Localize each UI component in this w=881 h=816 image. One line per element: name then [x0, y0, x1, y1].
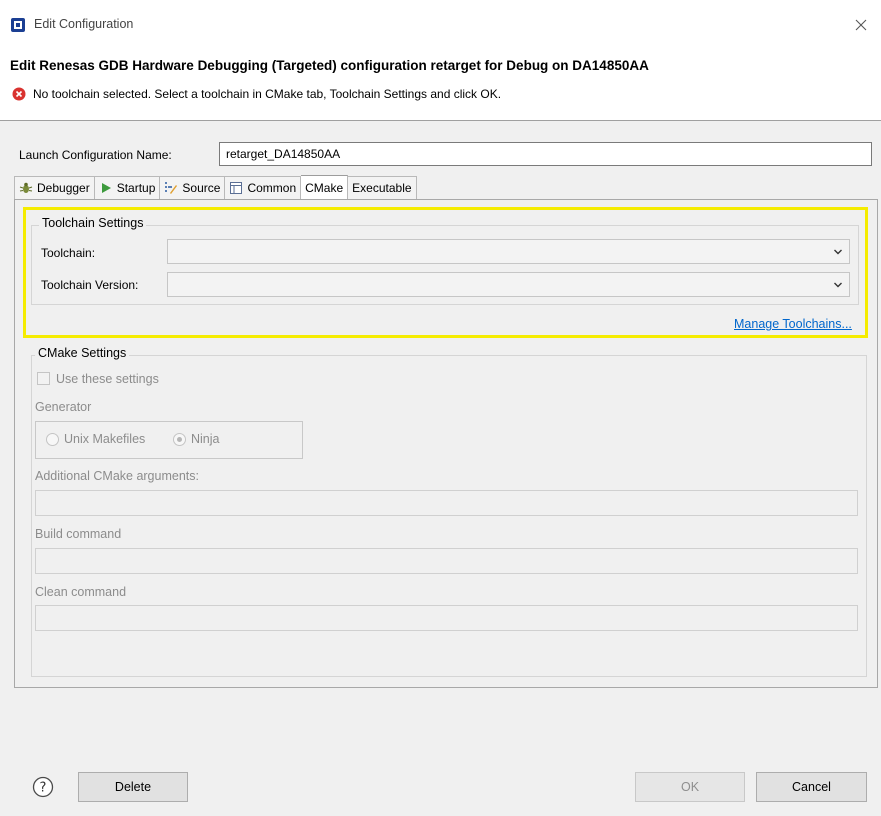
tab-bar: Debugger Startup Source Common CMake Exe… — [14, 175, 417, 200]
clean-command-label: Clean command — [35, 585, 127, 599]
tab-label: Common — [247, 181, 297, 195]
dialog-heading: Edit Renesas GDB Hardware Debugging (Tar… — [10, 58, 649, 73]
radio-unix-makefiles[interactable] — [46, 433, 59, 446]
close-icon[interactable] — [848, 12, 874, 38]
tab-source[interactable]: Source — [160, 176, 226, 199]
play-icon — [101, 183, 111, 193]
cmake-settings-label: CMake Settings — [35, 346, 130, 360]
dialog-header: Edit Renesas GDB Hardware Debugging (Tar… — [0, 48, 881, 120]
tab-cmake[interactable]: CMake — [301, 175, 349, 200]
header-divider — [0, 120, 881, 121]
cmake-args-label: Additional CMake arguments: — [35, 469, 199, 483]
ok-button[interactable]: OK — [635, 772, 745, 802]
build-command-label: Build command — [35, 527, 122, 541]
window-title: Edit Configuration — [34, 17, 134, 31]
launch-name-input[interactable] — [219, 142, 872, 166]
clean-command-input[interactable] — [35, 605, 858, 631]
tab-label: Startup — [116, 181, 156, 195]
delete-button[interactable]: Delete — [78, 772, 188, 802]
common-icon — [230, 182, 243, 194]
tab-common[interactable]: Common — [225, 176, 302, 199]
error-message: No toolchain selected. Select a toolchai… — [33, 87, 502, 101]
error-icon — [12, 87, 26, 101]
tab-label: Source — [182, 181, 221, 195]
radio-ninja-label: Ninja — [191, 432, 220, 446]
generator-label: Generator — [35, 400, 92, 414]
radio-unix-makefiles-label: Unix Makefiles — [64, 432, 146, 446]
source-icon — [165, 182, 178, 194]
tab-label: Debugger — [37, 181, 90, 195]
cancel-button[interactable]: Cancel — [756, 772, 867, 802]
app-icon — [11, 18, 25, 32]
tab-label: Executable — [352, 181, 412, 195]
build-command-input[interactable] — [35, 548, 858, 574]
help-glyph: ? — [40, 781, 47, 796]
tab-startup[interactable]: Startup — [94, 176, 161, 199]
tab-label: CMake — [305, 181, 344, 195]
tab-debugger[interactable]: Debugger — [14, 176, 95, 199]
tab-executable[interactable]: Executable — [348, 176, 417, 199]
use-settings-checkbox[interactable] — [37, 372, 50, 385]
bug-icon — [19, 182, 33, 193]
help-icon[interactable]: ? — [32, 776, 54, 798]
highlight-box — [23, 207, 868, 338]
launch-name-label: Launch Configuration Name: — [19, 148, 172, 162]
header-decoration — [690, 48, 881, 120]
cmake-args-input[interactable] — [35, 490, 858, 516]
use-settings-label: Use these settings — [56, 372, 159, 386]
radio-selected-dot — [177, 437, 182, 442]
